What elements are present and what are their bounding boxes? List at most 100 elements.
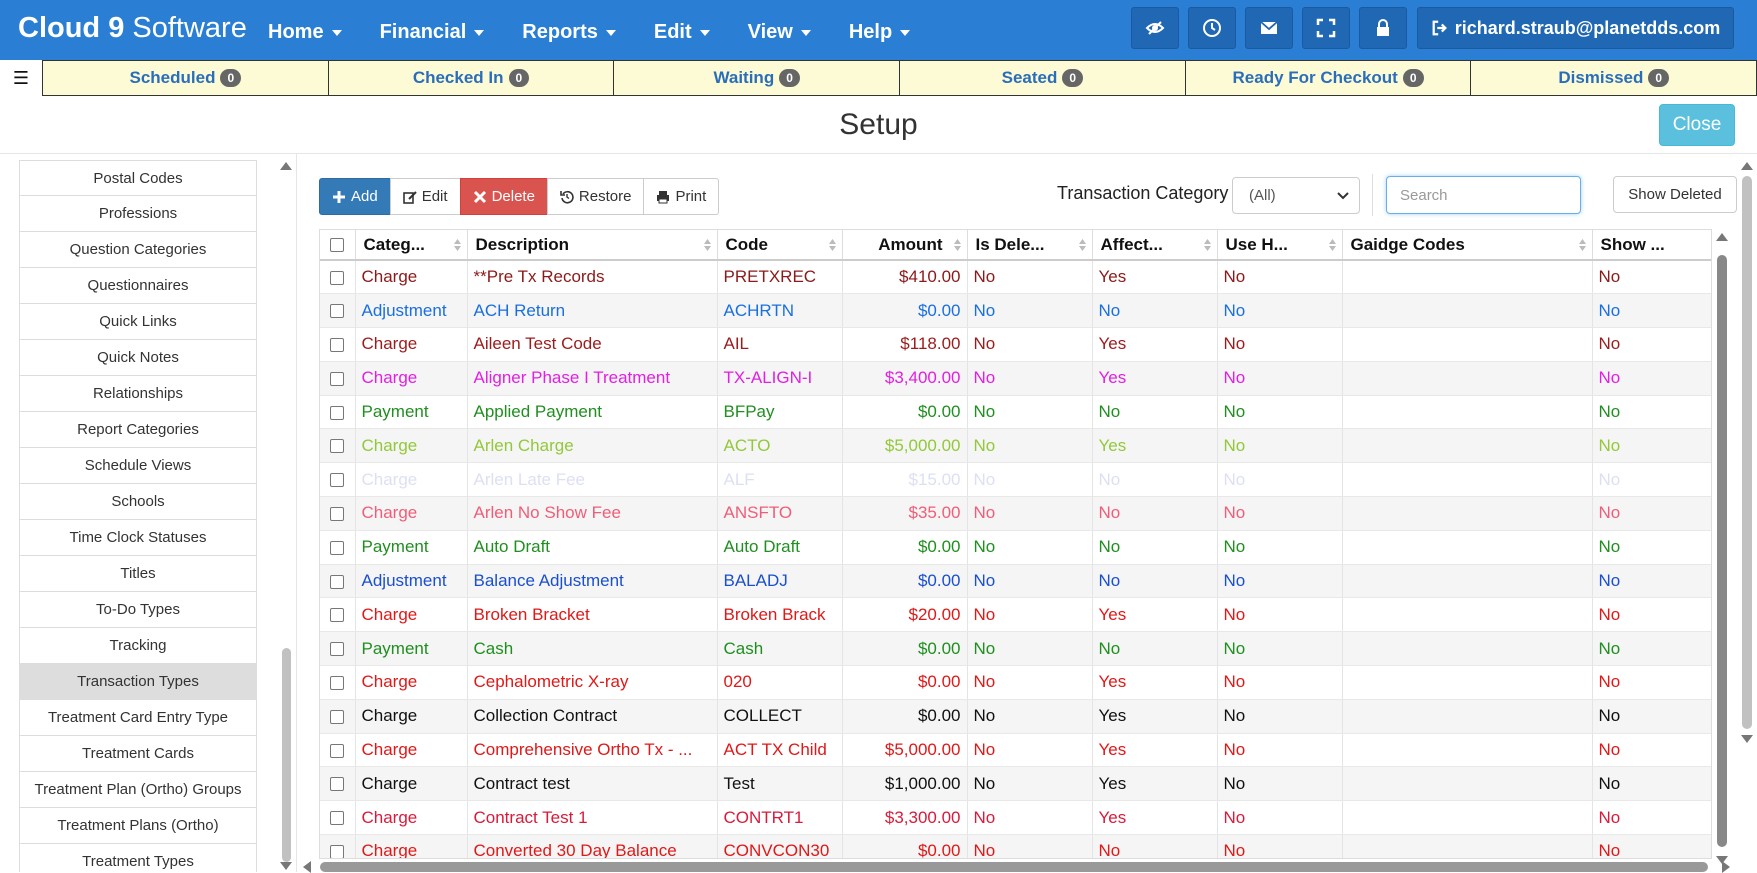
sidebar-item-report-categories[interactable]: Report Categories <box>19 412 257 448</box>
sidebar-item-schools[interactable]: Schools <box>19 484 257 520</box>
sidebar-item-quick-links[interactable]: Quick Links <box>19 304 257 340</box>
delete-button[interactable]: Delete <box>459 178 548 215</box>
user-logout-button[interactable]: richard.straub@planetdds.com <box>1417 7 1734 49</box>
messages-button[interactable] <box>1245 7 1293 49</box>
sidebar-item-transaction-types[interactable]: Transaction Types <box>19 664 257 700</box>
table-row[interactable]: Charge Converted 30 Day Balance CONVCON30 $… <box>320 834 1711 858</box>
row-checkbox[interactable] <box>330 540 345 555</box>
table-row[interactable]: Charge Comprehensive Ortho Tx - ... ACT TX… <box>320 733 1711 768</box>
search-input[interactable] <box>1386 176 1581 214</box>
nav-financial[interactable]: Financial <box>380 0 485 60</box>
table-row[interactable]: Charge Collection Contract COLLECT $0.00 No Y… <box>320 699 1711 734</box>
grid-vertical-scrollbar-thumb[interactable] <box>1717 255 1727 847</box>
table-row[interactable]: Charge **Pre Tx Records PRETXREC $410.00 No Y… <box>320 260 1711 295</box>
row-checkbox[interactable] <box>330 338 345 352</box>
col-header-description[interactable]: Description <box>467 230 718 261</box>
page-scroll-down-arrow-icon[interactable] <box>1741 735 1753 743</box>
table-row[interactable]: Charge Aligner Phase I Treatment TX-ALIGN-… <box>320 361 1711 396</box>
row-checkbox[interactable] <box>330 608 345 623</box>
scroll-up-arrow-icon[interactable] <box>280 162 292 170</box>
grid-scroll-right-arrow-icon[interactable] <box>1722 861 1730 873</box>
sidebar-item-question-categories[interactable]: Question Categories <box>19 232 257 268</box>
table-row[interactable]: Charge Broken Bracket Broken Brack $20.00 No… <box>320 597 1711 633</box>
row-checkbox[interactable] <box>330 574 345 589</box>
page-vertical-scrollbar-thumb[interactable] <box>1742 176 1752 729</box>
table-row[interactable]: Payment Applied Payment BFPay $0.00 No No No No <box>320 395 1711 430</box>
table-row[interactable]: Charge Aileen Test Code AIL $118.00 No Yes No N… <box>320 327 1711 362</box>
add-button[interactable]: Add <box>319 178 391 215</box>
select-all-checkbox[interactable] <box>330 238 345 253</box>
grid-scroll-left-arrow-icon[interactable] <box>303 861 311 873</box>
status-checked-in[interactable]: Checked In 0 <box>328 60 615 96</box>
col-header-affects[interactable]: Affect... <box>1092 230 1218 261</box>
col-header-use-h[interactable]: Use H... <box>1217 230 1343 261</box>
status-ready-for-checkout[interactable]: Ready For Checkout 0 <box>1185 60 1472 96</box>
col-header-gaidge-codes[interactable]: Gaidge Codes <box>1342 230 1593 261</box>
nav-edit[interactable]: Edit <box>654 0 710 60</box>
nav-home[interactable]: Home <box>268 0 342 60</box>
row-checkbox[interactable] <box>330 405 345 420</box>
row-checkbox[interactable] <box>330 844 345 858</box>
sidebar-item-treatment-card-entry-type[interactable]: Treatment Card Entry Type <box>19 700 257 736</box>
table-row[interactable]: Charge Cephalometric X-ray 020 $0.00 No Yes No… <box>320 665 1711 700</box>
row-checkbox[interactable] <box>330 777 345 792</box>
sidebar-item-tracking[interactable]: Tracking <box>19 628 257 664</box>
row-checkbox[interactable] <box>330 709 345 724</box>
col-header-is-deleted[interactable]: Is Dele... <box>967 230 1093 261</box>
table-row[interactable]: Payment Cash Cash $0.00 No No No No <box>320 631 1711 667</box>
sidebar-item-treatment-plans-ortho[interactable]: Treatment Plans (Ortho) <box>19 808 257 844</box>
time-clock-button[interactable] <box>1188 7 1236 49</box>
scroll-down-arrow-icon[interactable] <box>280 862 292 870</box>
fullscreen-button[interactable] <box>1302 7 1350 49</box>
col-header-show[interactable]: Show ... <box>1592 230 1711 261</box>
row-checkbox[interactable] <box>330 270 345 285</box>
row-checkbox[interactable] <box>330 642 345 657</box>
grid-scroll-up-arrow-icon[interactable] <box>1716 233 1728 241</box>
col-header-amount[interactable]: Amount <box>842 230 968 261</box>
status-seated[interactable]: Seated 0 <box>900 60 1186 96</box>
sidebar-item-to-do-types[interactable]: To-Do Types <box>19 592 257 628</box>
sidebar-item-questionnaires[interactable]: Questionnaires <box>19 268 257 304</box>
hamburger-menu-button[interactable]: ☰ <box>0 60 42 96</box>
row-checkbox[interactable] <box>330 473 345 488</box>
table-row[interactable]: Charge Arlen Charge ACTO $5,000.00 No Yes No No <box>320 428 1711 464</box>
show-deleted-button[interactable]: Show Deleted <box>1613 176 1737 213</box>
col-header-code[interactable]: Code <box>717 230 843 261</box>
table-row[interactable]: Charge Arlen No Show Fee ANSFTO $35.00 No No N… <box>320 496 1711 531</box>
sidebar-item-relationships[interactable]: Relationships <box>19 376 257 412</box>
nav-reports[interactable]: Reports <box>522 0 616 60</box>
nav-view[interactable]: View <box>748 0 811 60</box>
sidebar-item-schedule-views[interactable]: Schedule Views <box>19 448 257 484</box>
sidebar-item-treatment-cards[interactable]: Treatment Cards <box>19 736 257 772</box>
table-row[interactable]: Payment Auto Draft Auto Draft $0.00 No No No No <box>320 530 1711 565</box>
row-checkbox[interactable] <box>330 304 345 319</box>
page-scroll-up-arrow-icon[interactable] <box>1741 162 1753 170</box>
sidebar-item-professions[interactable]: Professions <box>19 196 257 232</box>
status-waiting[interactable]: Waiting 0 <box>614 60 901 96</box>
grid-horizontal-scrollbar-thumb[interactable] <box>320 862 1708 872</box>
lock-button[interactable] <box>1359 7 1407 49</box>
edit-button[interactable]: Edit <box>389 178 461 215</box>
table-row[interactable]: Adjustment Balance Adjustment BALADJ $0.00 N… <box>320 564 1711 599</box>
brand-logo[interactable]: Cloud 9 Software <box>18 12 247 45</box>
sidebar-item-treatment-plan-ortho-groups[interactable]: Treatment Plan (Ortho) Groups <box>19 772 257 808</box>
row-checkbox[interactable] <box>330 811 345 826</box>
sidebar-item-postal-codes[interactable]: Postal Codes <box>19 160 257 196</box>
close-button[interactable]: Close <box>1659 104 1735 146</box>
status-scheduled[interactable]: Scheduled 0 <box>42 60 329 96</box>
table-row[interactable]: Charge Arlen Late Fee ALF $15.00 No No No No <box>320 462 1711 498</box>
transaction-category-select[interactable]: (All) <box>1232 177 1360 214</box>
sidebar-scrollbar-thumb[interactable] <box>282 648 291 862</box>
table-row[interactable]: Adjustment ACH Return ACHRTN $0.00 No No No No <box>320 293 1711 329</box>
sidebar-item-quick-notes[interactable]: Quick Notes <box>19 340 257 376</box>
row-checkbox[interactable] <box>330 675 345 690</box>
print-button[interactable]: Print <box>643 178 720 215</box>
col-header-category[interactable]: Categ... <box>355 230 468 261</box>
nav-help[interactable]: Help <box>849 0 911 60</box>
privacy-toggle-button[interactable] <box>1131 7 1179 49</box>
row-checkbox[interactable] <box>330 371 345 386</box>
table-row[interactable]: Charge Contract test Test $1,000.00 No Yes No N… <box>320 766 1711 802</box>
row-checkbox[interactable] <box>330 439 345 454</box>
sidebar-item-time-clock-statuses[interactable]: Time Clock Statuses <box>19 520 257 556</box>
sidebar-item-titles[interactable]: Titles <box>19 556 257 592</box>
